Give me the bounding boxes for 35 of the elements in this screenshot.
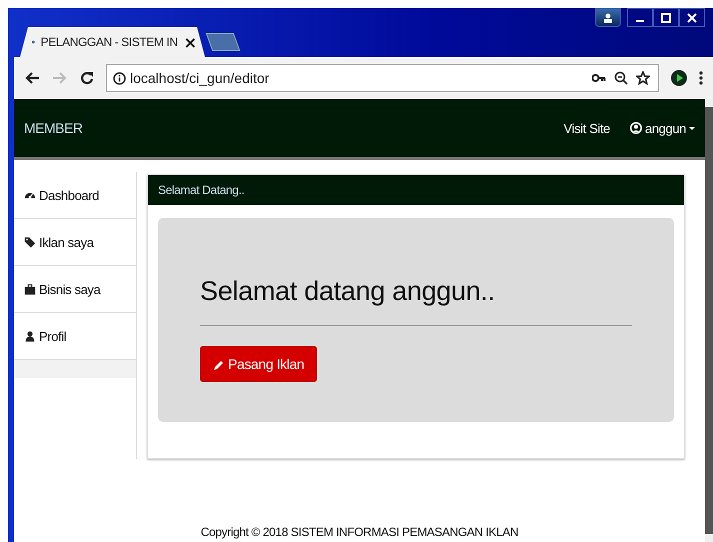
minimize-icon[interactable] [627, 8, 653, 27]
new-tab-button[interactable] [206, 33, 240, 51]
profile-icon[interactable] [595, 8, 621, 27]
reload-icon[interactable] [80, 71, 94, 85]
copyright-text: Copyright © 2018 SISTEM INFORMASI PEMASANGAN IKLAN [200, 525, 518, 539]
user-menu-link[interactable]: anggun [630, 120, 695, 136]
back-arrow-icon[interactable] [24, 71, 40, 85]
browser-tab[interactable]: PELANGGAN - SISTEM IN × [20, 27, 205, 57]
sidebar-item[interactable]: Bisnis saya [14, 266, 136, 313]
caret-icon [689, 126, 695, 130]
zoom-out-icon[interactable] [614, 71, 628, 85]
key-icon[interactable] [592, 74, 606, 82]
post-ad-button[interactable]: Pasang Iklan [200, 346, 318, 382]
pencil-icon [213, 358, 224, 370]
visit-site-link[interactable]: Visit Site [564, 120, 610, 136]
welcome-heading: Selamat datang anggun.. [200, 276, 496, 307]
user-icon [630, 122, 642, 134]
user-icon [24, 330, 36, 342]
star-icon[interactable] [636, 71, 650, 85]
play-icon[interactable] [671, 70, 687, 86]
close-tab-button[interactable]: × [184, 32, 197, 52]
briefcase-icon [24, 282, 36, 296]
tab-title: PELANGGAN - SISTEM IN [40, 35, 178, 49]
menu-icon[interactable] [699, 71, 703, 85]
scrollbar[interactable] [705, 99, 713, 542]
sidebar-item[interactable]: Iklan saya [14, 219, 136, 266]
address-bar[interactable]: localhost/ci_gun/editor [106, 64, 659, 92]
close-icon[interactable] [679, 8, 705, 27]
sidebar-item[interactable]: Dashboard [14, 172, 136, 219]
url-text: localhost/ci_gun/editor [130, 70, 270, 86]
panel-heading: Selamat Datang.. [148, 175, 684, 205]
maximize-icon[interactable] [653, 8, 679, 27]
brand-link[interactable]: MEMBER [24, 120, 82, 136]
tag-icon [24, 236, 36, 248]
info-icon [113, 72, 126, 84]
